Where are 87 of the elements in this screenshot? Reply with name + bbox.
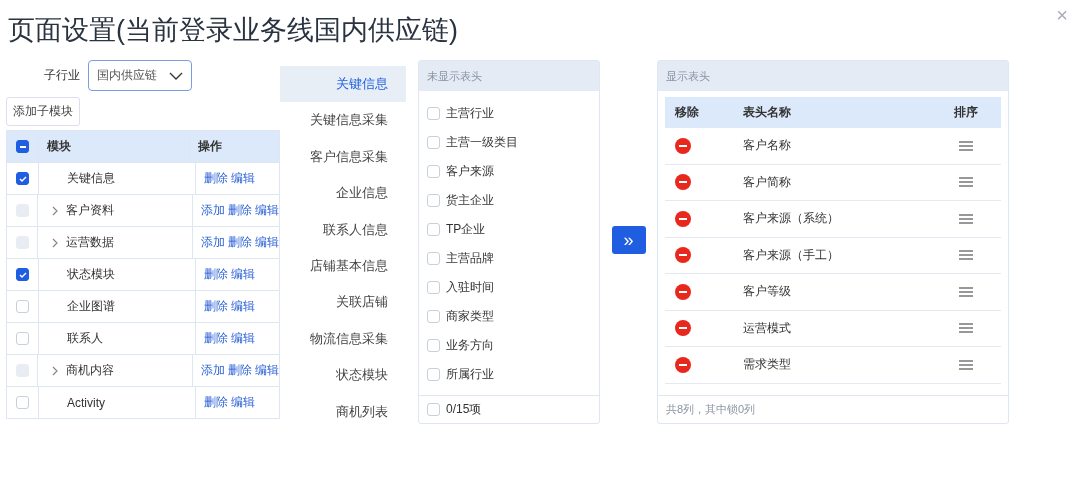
remove-icon[interactable] bbox=[675, 210, 691, 227]
section-tab[interactable]: 店铺基本信息 bbox=[280, 247, 406, 285]
column-checkbox[interactable] bbox=[427, 107, 440, 120]
remove-icon[interactable] bbox=[675, 320, 691, 337]
column-name: 客户来源（系统） bbox=[743, 210, 840, 228]
column-header: 移除 bbox=[674, 104, 700, 121]
module-name: 状态模块 bbox=[67, 266, 115, 283]
drag-handle-icon[interactable] bbox=[959, 323, 973, 334]
remove-icon[interactable] bbox=[675, 174, 691, 191]
column-name: 需求类型 bbox=[743, 356, 792, 374]
column-label: 业务方向 bbox=[446, 337, 494, 354]
column-label: 所属行业 bbox=[446, 366, 494, 383]
module-name: 运营数据 bbox=[66, 234, 115, 251]
column-checkbox[interactable] bbox=[427, 194, 440, 207]
drag-handle-icon[interactable] bbox=[959, 250, 973, 261]
column-label: 客户来源 bbox=[446, 163, 494, 180]
drag-handle-icon[interactable] bbox=[959, 286, 973, 297]
column-name: 客户名称 bbox=[743, 137, 792, 155]
column-label: 主营行业 bbox=[446, 105, 494, 122]
move-right-button[interactable]: » bbox=[611, 226, 646, 254]
column-checkbox[interactable] bbox=[427, 136, 440, 149]
column-label: 主营一级类目 bbox=[446, 134, 518, 151]
column-checkbox[interactable] bbox=[427, 165, 440, 178]
module-name: 商机内容 bbox=[66, 362, 115, 379]
module-name: 关键信息 bbox=[67, 170, 115, 187]
column-label: 主营品牌 bbox=[446, 250, 494, 267]
sub-industry-select[interactable]: 国内供应链 bbox=[88, 60, 192, 91]
section-tab[interactable]: 关键信息采集 bbox=[280, 102, 406, 139]
action-link[interactable]: 编辑 bbox=[231, 395, 255, 410]
column-label: 商家类型 bbox=[446, 308, 494, 325]
section-tab[interactable]: 物流信息采集 bbox=[280, 320, 406, 358]
column-header: 操作 bbox=[198, 138, 222, 155]
remove-icon[interactable] bbox=[675, 283, 691, 300]
column-checkbox[interactable] bbox=[427, 339, 440, 352]
section-tab[interactable]: 关联店铺 bbox=[280, 284, 406, 321]
column-name: 运营模式 bbox=[743, 319, 792, 337]
section-tab[interactable]: 商机列表 bbox=[280, 393, 406, 430]
column-label: 货主企业 bbox=[446, 192, 494, 209]
action-link[interactable]: 删除 bbox=[204, 299, 228, 314]
column-checkbox[interactable] bbox=[427, 252, 440, 265]
dialog-title: 页面设置(当前登录业务线国内供应链) bbox=[8, 14, 458, 47]
action-link[interactable]: 删除 bbox=[204, 395, 228, 410]
panel-title: 显示表头 bbox=[666, 68, 710, 84]
module-name: 企业图谱 bbox=[67, 298, 115, 315]
row-checkbox[interactable] bbox=[16, 172, 29, 185]
column-header: 排序 bbox=[953, 104, 979, 121]
column-label: TP企业 bbox=[446, 221, 486, 238]
item-count: 0/15项 bbox=[446, 401, 482, 418]
row-checkbox[interactable] bbox=[16, 268, 29, 281]
chevron-down-icon bbox=[169, 71, 183, 80]
column-name: 客户来源（手工） bbox=[743, 246, 840, 264]
column-header: 模块 bbox=[47, 138, 71, 155]
section-tab[interactable]: 状态模块 bbox=[280, 357, 406, 394]
column-header: 表头名称 bbox=[743, 104, 792, 121]
select-all-checkbox[interactable] bbox=[16, 140, 29, 153]
panel-title: 未显示表头 bbox=[427, 68, 482, 84]
action-link[interactable]: 编辑 bbox=[231, 299, 255, 314]
module-name: 客户资料 bbox=[66, 202, 115, 219]
section-tab[interactable]: 企业信息 bbox=[280, 175, 406, 212]
drag-handle-icon[interactable] bbox=[959, 359, 973, 370]
module-name: 联系人 bbox=[67, 330, 103, 347]
section-tab[interactable]: 关键信息 bbox=[280, 66, 406, 103]
action-link[interactable]: 删除 bbox=[204, 267, 228, 282]
column-name: 客户等级 bbox=[743, 283, 792, 301]
action-link[interactable]: 删除 bbox=[204, 171, 228, 186]
column-summary: 共8列，其中锁0列 bbox=[666, 402, 756, 417]
module-name: Activity bbox=[67, 395, 105, 410]
drag-handle-icon[interactable] bbox=[959, 213, 973, 224]
drag-handle-icon[interactable] bbox=[959, 177, 973, 188]
action-link[interactable]: 编辑 bbox=[231, 171, 255, 186]
action-link[interactable]: 编辑 bbox=[231, 331, 255, 346]
drag-handle-icon[interactable] bbox=[959, 140, 973, 151]
column-checkbox[interactable] bbox=[427, 368, 440, 381]
add-submodule-button[interactable]: 添加子模块 bbox=[6, 97, 80, 126]
column-checkbox[interactable] bbox=[427, 310, 440, 323]
column-checkbox[interactable] bbox=[427, 281, 440, 294]
remove-icon[interactable] bbox=[675, 247, 691, 264]
remove-icon[interactable] bbox=[675, 137, 691, 154]
section-tab[interactable]: 联系人信息 bbox=[280, 211, 406, 248]
action-link[interactable]: 编辑 bbox=[231, 267, 255, 282]
column-checkbox[interactable] bbox=[427, 223, 440, 236]
remove-icon[interactable] bbox=[675, 356, 691, 373]
action-link[interactable]: 删除 bbox=[204, 331, 228, 346]
section-tab[interactable]: 客户信息采集 bbox=[280, 138, 406, 176]
column-name: 客户简称 bbox=[743, 173, 792, 191]
field-label: 子行业 bbox=[44, 67, 80, 84]
column-label: 入驻时间 bbox=[446, 279, 494, 296]
